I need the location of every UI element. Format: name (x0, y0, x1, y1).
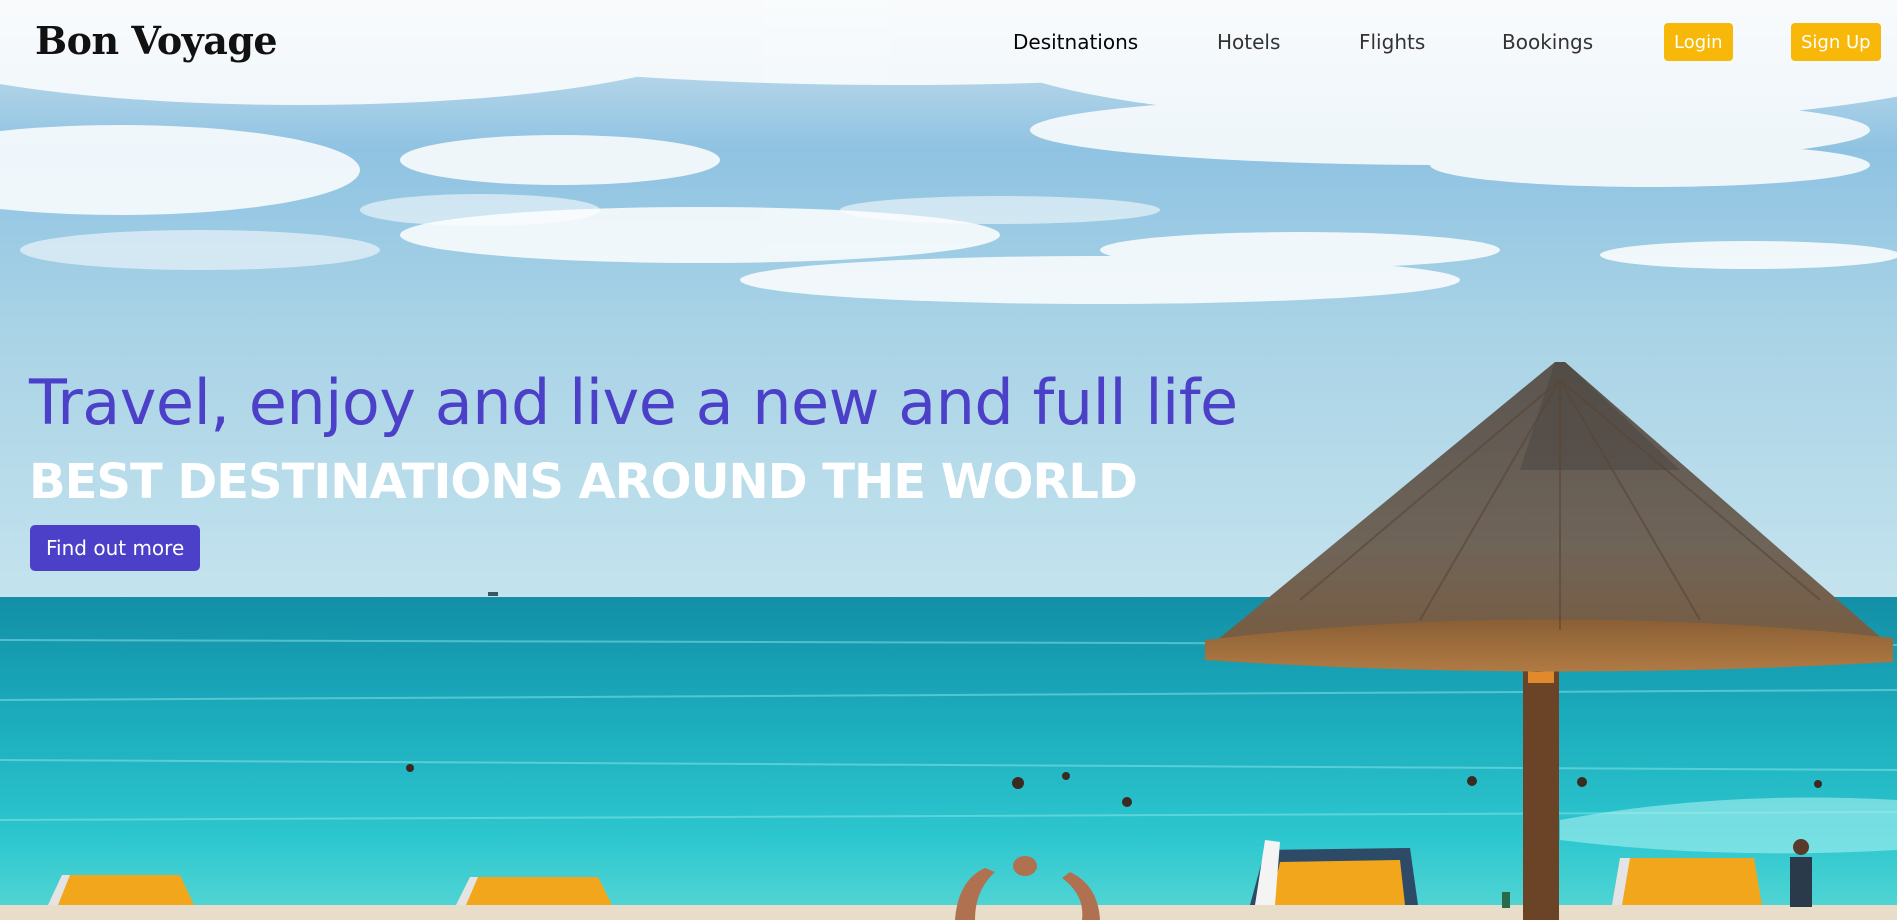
login-button[interactable]: Login (1664, 23, 1733, 61)
hero-title: Travel, enjoy and live a new and full li… (29, 366, 1238, 439)
signup-button[interactable]: Sign Up (1791, 23, 1881, 61)
find-out-more-button[interactable]: Find out more (30, 525, 201, 571)
main-nav: Desitnations Hotels Flights Bookings Log… (0, 23, 1897, 63)
hero-subtitle: BEST DESTINATIONS AROUND THE WORLD (29, 454, 1138, 510)
nav-link-hotels[interactable]: Hotels (1217, 30, 1280, 54)
nav-link-flights[interactable]: Flights (1359, 30, 1425, 54)
landing-page: Bon Voyage Desitnations Hotels Flights B… (0, 0, 1897, 920)
nav-link-bookings[interactable]: Bookings (1502, 30, 1593, 54)
nav-link-destinations[interactable]: Desitnations (1013, 30, 1138, 54)
